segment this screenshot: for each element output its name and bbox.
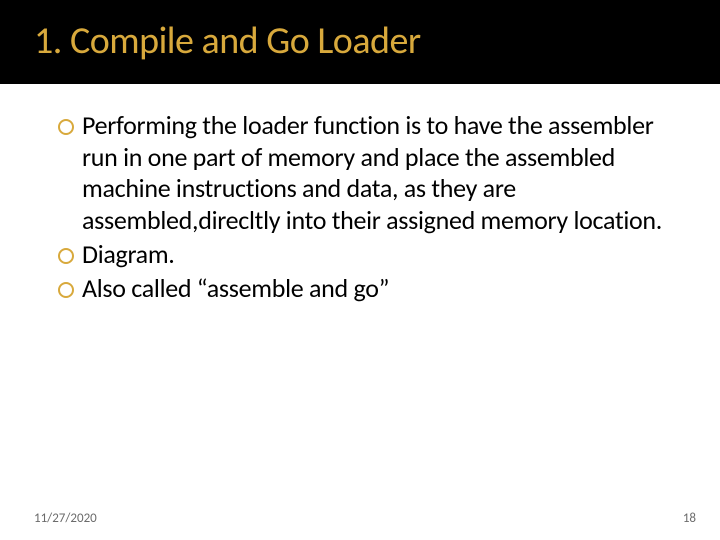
bullet-circle-icon (58, 248, 74, 264)
list-item: Performing the loader function is to hav… (58, 110, 672, 237)
list-item: Diagram. (58, 239, 672, 271)
footer-page-number: 18 (683, 511, 696, 526)
list-item: Also called “assemble and go” (58, 273, 672, 305)
title-bar: 1. Compile and Go Loader (0, 0, 720, 84)
slide-title: 1. Compile and Go Loader (34, 18, 720, 64)
bullet-text: Also called “assemble and go” (82, 273, 389, 305)
footer-date: 11/27/2020 (34, 511, 97, 526)
slide-body: Performing the loader function is to hav… (0, 84, 720, 304)
slide-footer: 11/27/2020 18 (0, 511, 720, 526)
bullet-text: Diagram. (82, 239, 175, 271)
bullet-circle-icon (58, 119, 74, 135)
bullet-text: Performing the loader function is to hav… (82, 110, 672, 237)
bullet-circle-icon (58, 282, 74, 298)
